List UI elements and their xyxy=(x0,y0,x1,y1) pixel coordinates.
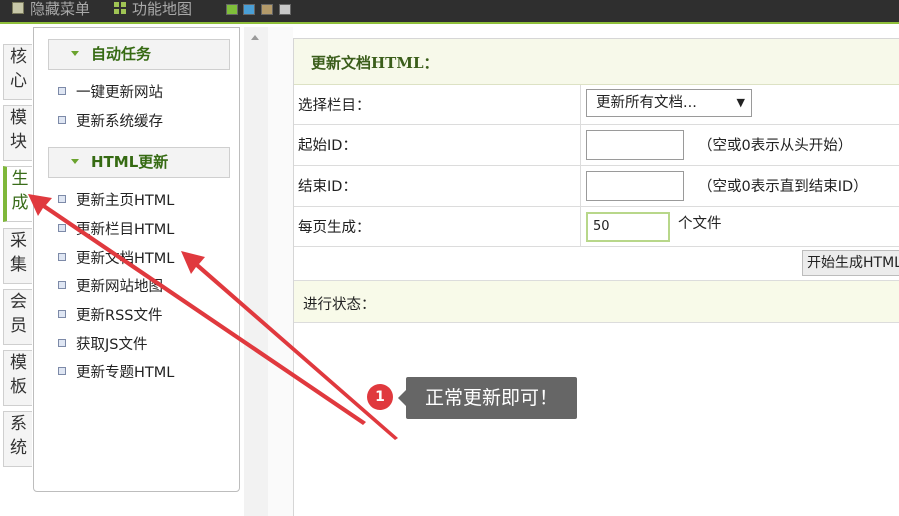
row-start-id: 起始ID： （空或0表示从头开始） xyxy=(294,125,899,166)
tab-member[interactable]: 会员 xyxy=(3,289,32,345)
menu-item-label: 更新RSS文件 xyxy=(76,308,163,324)
bullet-icon xyxy=(58,253,66,261)
per-page-input[interactable]: 50 xyxy=(586,212,670,242)
menu-item-update-cache[interactable]: 更新系统缓存 xyxy=(58,112,163,132)
hide-menu-icon xyxy=(12,1,24,14)
skin-brown-icon[interactable] xyxy=(261,4,273,15)
status-label: 进行状态： xyxy=(303,297,376,313)
column-divider xyxy=(580,85,581,124)
action-row: 开始生成HTML xyxy=(294,247,899,281)
tab-core[interactable]: 核心 xyxy=(3,44,32,100)
menu-scrollbar[interactable] xyxy=(244,27,268,516)
menu-item-update-category[interactable]: 更新栏目HTML xyxy=(58,220,174,240)
page-title: 更新文档HTML： xyxy=(311,54,439,72)
per-page-label: 每页生成： xyxy=(298,220,371,236)
menu-section-html-update[interactable]: HTML更新 xyxy=(48,147,230,178)
bullet-icon xyxy=(58,195,66,203)
side-menu: 自动任务 一键更新网站 更新系统缓存 HTML更新 更新主页HTML 更新栏目H… xyxy=(33,27,240,492)
column-divider xyxy=(580,125,581,165)
menu-item-label: 更新文档HTML xyxy=(76,251,175,267)
section-title: HTML更新 xyxy=(91,153,169,171)
form-title-row: 更新文档HTML： xyxy=(294,39,899,85)
menu-item-label: 更新系统缓存 xyxy=(76,114,163,130)
skin-blue-icon[interactable] xyxy=(243,4,255,15)
main-panel: 更新文档HTML： 选择栏目： 更新所有文档... ▼ 起始ID： （空或0表示… xyxy=(293,38,899,516)
menu-item-label: 获取JS文件 xyxy=(76,337,148,353)
end-id-input[interactable] xyxy=(586,171,684,201)
category-select-value: 更新所有文档... xyxy=(596,95,697,111)
tab-collect[interactable]: 采集 xyxy=(3,228,32,284)
bullet-icon xyxy=(58,281,66,289)
scroll-up-icon[interactable] xyxy=(251,35,259,40)
tab-module[interactable]: 模块 xyxy=(3,105,32,161)
skin-green-icon[interactable] xyxy=(226,4,238,15)
grid-icon xyxy=(114,1,126,14)
column-divider xyxy=(580,207,581,246)
column-divider xyxy=(580,166,581,206)
start-id-input[interactable] xyxy=(586,130,684,160)
bullet-icon xyxy=(58,367,66,375)
tab-generate-label: 生成 xyxy=(11,169,29,213)
start-generate-button[interactable]: 开始生成HTML xyxy=(802,250,899,276)
menu-item-update-docs[interactable]: 更新文档HTML xyxy=(58,249,174,269)
bullet-icon xyxy=(58,339,66,347)
tab-member-label: 会员 xyxy=(10,292,27,336)
row-end-id: 结束ID： （空或0表示直到结束ID） xyxy=(294,166,899,207)
frame-gap xyxy=(268,27,293,516)
tab-template[interactable]: 模板 xyxy=(3,350,32,406)
chevron-down-icon xyxy=(71,159,79,164)
annotation-tooltip: 正常更新即可！ xyxy=(398,377,577,419)
per-page-unit: 个文件 xyxy=(678,216,722,232)
tab-template-label: 模板 xyxy=(10,353,27,397)
hide-menu-label: 隐藏菜单 xyxy=(30,0,91,18)
menu-item-label: 更新专题HTML xyxy=(76,365,175,381)
menu-item-update-rss[interactable]: 更新RSS文件 xyxy=(58,306,162,326)
function-map-link[interactable]: 功能地图 xyxy=(114,0,192,20)
tab-core-label: 核心 xyxy=(10,47,27,91)
row-per-page: 每页生成： 50 个文件 xyxy=(294,207,899,247)
dropdown-arrow-icon: ▼ xyxy=(736,96,745,109)
top-bar: 隐藏菜单 功能地图 xyxy=(0,0,899,24)
function-map-label: 功能地图 xyxy=(132,0,193,18)
menu-item-label: 更新栏目HTML xyxy=(76,222,175,238)
bullet-icon xyxy=(58,116,66,124)
menu-item-update-sitemap[interactable]: 更新网站地图 xyxy=(58,277,163,297)
row-category: 选择栏目： 更新所有文档... ▼ xyxy=(294,85,899,125)
chevron-down-icon xyxy=(71,51,79,56)
end-id-label: 结束ID： xyxy=(298,179,357,195)
section-title: 自动任务 xyxy=(91,45,152,63)
menu-item-label: 一键更新网站 xyxy=(76,85,163,101)
tab-module-label: 模块 xyxy=(10,108,27,152)
menu-section-auto-tasks[interactable]: 自动任务 xyxy=(48,39,230,70)
menu-item-get-js[interactable]: 获取JS文件 xyxy=(58,335,147,355)
menu-item-label: 更新网站地图 xyxy=(76,279,163,295)
annotation-badge: 1 xyxy=(367,384,393,410)
bullet-icon xyxy=(58,224,66,232)
end-id-hint: （空或0表示直到结束ID） xyxy=(698,179,868,195)
bullet-icon xyxy=(58,310,66,318)
bullet-icon xyxy=(58,87,66,95)
tab-collect-label: 采集 xyxy=(10,231,27,275)
tab-system-label: 系统 xyxy=(10,414,27,458)
tab-system[interactable]: 系统 xyxy=(3,411,32,467)
menu-item-label: 更新主页HTML xyxy=(76,193,175,209)
tab-generate[interactable]: 生成 xyxy=(3,166,32,222)
menu-item-update-topic[interactable]: 更新专题HTML xyxy=(58,363,174,383)
menu-item-update-home[interactable]: 更新主页HTML xyxy=(58,191,174,211)
category-select[interactable]: 更新所有文档... ▼ xyxy=(586,89,752,117)
status-row: 进行状态： xyxy=(294,281,899,323)
start-id-hint: （空或0表示从头开始） xyxy=(698,138,853,154)
hide-menu-link[interactable]: 隐藏菜单 xyxy=(12,0,90,20)
menu-item-update-site[interactable]: 一键更新网站 xyxy=(58,83,163,103)
start-id-label: 起始ID： xyxy=(298,138,357,154)
skin-gray-icon[interactable] xyxy=(279,4,291,15)
category-label: 选择栏目： xyxy=(298,98,371,114)
